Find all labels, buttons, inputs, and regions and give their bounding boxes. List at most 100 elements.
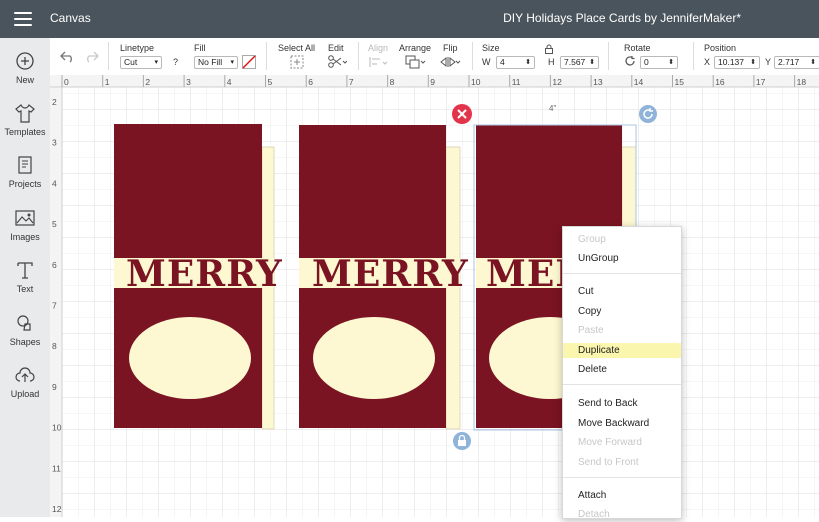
menu-item-delete[interactable]: Delete: [563, 362, 681, 377]
menu-item-send-to-back[interactable]: Send to Back: [563, 396, 681, 411]
fill-select[interactable]: No Fill ▾: [194, 56, 238, 69]
menu-item-ungroup[interactable]: UnGroup: [563, 251, 681, 266]
menu-item-move-backward[interactable]: Move Backward: [563, 416, 681, 431]
linetype-help[interactable]: ?: [173, 57, 178, 67]
stepper-icon: ⬍: [668, 59, 674, 66]
edit-toolbar: Linetype Cut ▾ ? Fill No Fill ▾ Select All…: [50, 38, 819, 76]
rotate-handle[interactable]: [639, 105, 657, 123]
align-icon: [369, 57, 388, 67]
left-ruler-tick-label: 7: [52, 301, 57, 311]
upload-cloud-icon: [15, 367, 35, 382]
sidebar-item-images[interactable]: Images: [0, 207, 50, 255]
context-menu: Group UnGroup Cut Copy Paste Duplicate D…: [562, 226, 682, 520]
select-all-icon[interactable]: [290, 55, 304, 69]
left-ruler-tick-label: 8: [52, 341, 57, 351]
sidebar-item-upload[interactable]: Upload: [0, 364, 50, 412]
left-ruler-tick-label: 2: [52, 97, 57, 107]
undo-icon[interactable]: [60, 49, 76, 63]
tshirt-icon: [15, 104, 35, 123]
edit-label: Edit: [328, 43, 344, 53]
design-canvas[interactable]: 0 1 2 3 4 5 6 7 8 9 10 11 12 13 14 15 16 17 18 2 3 4 5 6 7 8 9 10 1…: [50, 75, 819, 517]
app-title: Canvas: [50, 11, 91, 25]
top-ruler-tick-label: 14: [634, 77, 644, 87]
rotate-label: Rotate: [624, 43, 651, 53]
left-sidebar: New Templates Projects Images Text Shape…: [0, 38, 51, 517]
menu-item-paste: Paste: [578, 325, 604, 336]
sidebar-item-label: New: [15, 75, 34, 85]
delete-handle[interactable]: [452, 104, 472, 124]
top-ruler-tick-label: 5: [268, 77, 273, 87]
edit-scissors-icon[interactable]: [327, 55, 347, 69]
position-y-label: Y: [765, 57, 772, 67]
rotate-value: 0: [644, 57, 649, 67]
menu-item-attach[interactable]: Attach: [563, 488, 681, 503]
height-value: 7.567: [564, 57, 586, 67]
arrange-icon[interactable]: [405, 55, 427, 69]
flip-icon[interactable]: [440, 55, 462, 69]
menu-item-send-to-front: Send to Front: [578, 457, 639, 468]
sidebar-item-text[interactable]: Text: [0, 259, 50, 307]
menu-item-move-forward: Move Forward: [578, 437, 642, 448]
top-ruler-tick-label: 0: [64, 77, 69, 87]
top-ruler-tick-label: 1: [105, 77, 110, 87]
stepper-icon: ⬍: [589, 59, 595, 66]
top-ruler-tick-label: 3: [186, 77, 191, 87]
top-ruler-tick-label: 8: [390, 77, 395, 87]
menu-item-detach: Detach: [578, 509, 610, 520]
sidebar-item-new[interactable]: New: [0, 50, 50, 98]
arrange-label: Arrange: [399, 43, 432, 53]
left-ruler-tick-label: 3: [52, 138, 57, 148]
left-ruler-tick-label: 9: [52, 382, 57, 392]
position-x-input[interactable]: 10.137 ⬍: [714, 56, 760, 69]
top-ruler-tick-label: 11: [512, 77, 521, 87]
top-ruler-tick-label: 10: [471, 77, 481, 87]
plus-circle-icon: [16, 52, 34, 70]
menu-item-group: Group: [578, 234, 606, 245]
document-title: DIY Holidays Place Cards by JenniferMake…: [503, 11, 741, 25]
sidebar-item-label: Templates: [4, 127, 46, 137]
top-ruler-tick-label: 2: [145, 77, 150, 87]
top-ruler-tick-label: 13: [593, 77, 603, 87]
sidebar-item-label: Upload: [10, 389, 40, 399]
position-label: Position: [704, 43, 737, 53]
menu-item-copy[interactable]: Copy: [563, 304, 681, 319]
menu-item-duplicate[interactable]: Duplicate: [563, 343, 681, 358]
linetype-label: Linetype: [120, 43, 155, 53]
linetype-value: Cut: [124, 57, 138, 67]
size-height-input[interactable]: 7.567 ⬍: [560, 56, 599, 69]
lock-handle[interactable]: [453, 432, 471, 450]
size-hint: 4": [549, 104, 556, 113]
fill-label: Fill: [194, 43, 206, 53]
menu-item-cut[interactable]: Cut: [563, 284, 681, 299]
top-ruler-tick-label: 12: [552, 77, 562, 87]
place-card-2[interactable]: MERRY: [299, 125, 469, 430]
top-ruler-tick-label: 6: [308, 77, 313, 87]
menu-icon[interactable]: [14, 12, 32, 26]
x-value: 10.137: [718, 57, 744, 67]
top-ruler-tick-label: 16: [715, 77, 725, 87]
flip-label: Flip: [443, 43, 458, 53]
left-ruler-tick-label: 12: [52, 504, 62, 514]
image-icon: [15, 210, 35, 226]
stepper-icon: ⬍: [810, 59, 816, 66]
left-ruler-tick-label: 11: [52, 463, 61, 473]
left-ruler-tick-label: 5: [52, 219, 57, 229]
lock-icon[interactable]: [544, 44, 554, 54]
size-width-input[interactable]: 4 ⬍: [496, 56, 535, 69]
top-ruler-tick-label: 7: [349, 77, 354, 87]
place-card-1[interactable]: MERRY: [114, 124, 283, 430]
redo-icon[interactable]: [83, 49, 99, 63]
projects-icon: [18, 156, 32, 174]
sidebar-item-shapes[interactable]: Shapes: [0, 312, 50, 360]
sidebar-item-templates[interactable]: Templates: [0, 102, 50, 150]
rotate-input[interactable]: 0 ⬍: [640, 56, 678, 69]
top-ruler-tick-label: 15: [675, 77, 685, 87]
sidebar-item-projects[interactable]: Projects: [0, 154, 50, 202]
top-ruler-tick-label: 18: [797, 77, 807, 87]
y-value: 2.717: [778, 57, 800, 67]
no-fill-swatch-icon[interactable]: [242, 55, 256, 69]
linetype-select[interactable]: Cut ▾: [120, 56, 162, 69]
stepper-icon: ⬍: [525, 59, 531, 66]
position-x-label: X: [704, 57, 711, 67]
position-y-input[interactable]: 2.717 ⬍: [774, 56, 819, 69]
